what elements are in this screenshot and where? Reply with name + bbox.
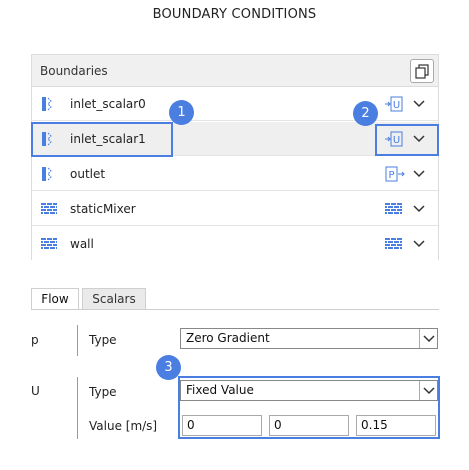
copy-icon — [415, 64, 429, 79]
tab-divider — [31, 309, 439, 310]
wall-type-icon — [385, 238, 402, 249]
boundary-row-outlet[interactable]: outlet P — [32, 157, 438, 191]
panel-title: BOUNDARY CONDITIONS — [152, 7, 317, 22]
dropdown-arrow — [419, 381, 437, 400]
field-name-u: U — [31, 384, 40, 398]
boundaries-header-label: Boundaries — [40, 64, 108, 78]
field-separator — [77, 377, 78, 439]
patch-icon — [42, 97, 52, 111]
boundary-row-inlet-scalar1[interactable]: inlet_scalar1 U — [32, 122, 438, 156]
svg-text:P: P — [388, 170, 394, 181]
chevron-down-icon[interactable] — [412, 97, 426, 111]
callout-badge-1: 1 — [169, 100, 194, 125]
patch-icon — [42, 167, 52, 181]
chevron-down-icon[interactable] — [412, 132, 426, 146]
p-type-select[interactable]: Zero Gradient — [180, 328, 438, 349]
chevron-down-icon — [423, 387, 435, 395]
u-value-x-input[interactable]: 0 — [182, 415, 262, 436]
callout-badge-2: 2 — [353, 101, 378, 126]
field-name-p: p — [31, 333, 39, 347]
callout-badge-3: 3 — [156, 355, 181, 380]
copy-button[interactable] — [410, 59, 434, 83]
p-type-value: Zero Gradient — [186, 331, 270, 345]
dropdown-arrow — [419, 329, 437, 348]
u-type-label: Type — [89, 385, 117, 399]
chevron-down-icon[interactable] — [412, 167, 426, 181]
boundaries-panel: Boundaries inlet_scalar0 U inlet_scalar1… — [31, 54, 439, 261]
boundary-name: staticMixer — [70, 202, 136, 216]
svg-text:U: U — [393, 135, 400, 146]
tab-flow[interactable]: Flow — [31, 288, 79, 310]
wall-icon — [41, 203, 57, 214]
boundary-row-staticmixer[interactable]: staticMixer — [32, 192, 438, 226]
velocity-inlet-icon: U — [385, 131, 403, 147]
pressure-outlet-icon: P — [385, 166, 405, 182]
boundary-name: inlet_scalar0 — [70, 97, 146, 111]
chevron-down-icon — [423, 335, 435, 343]
wall-type-icon — [385, 203, 402, 214]
chevron-down-icon[interactable] — [412, 202, 426, 216]
p-type-label: Type — [89, 333, 117, 347]
u-value-y-input[interactable]: 0 — [269, 415, 349, 436]
u-value-z-input[interactable]: 0.15 — [356, 415, 436, 436]
svg-text:U: U — [393, 100, 400, 111]
tab-scalars[interactable]: Scalars — [82, 288, 146, 310]
velocity-inlet-icon: U — [385, 96, 403, 112]
u-type-value: Fixed Value — [186, 383, 254, 397]
field-separator — [77, 325, 78, 356]
boundary-name: outlet — [70, 167, 106, 181]
boundary-name: inlet_scalar1 — [70, 132, 146, 146]
boundaries-header: Boundaries — [32, 55, 438, 87]
u-value-label: Value [m/s] — [89, 419, 158, 433]
wall-icon — [41, 238, 57, 249]
boundary-row-wall[interactable]: wall — [32, 227, 438, 261]
u-type-select[interactable]: Fixed Value — [180, 380, 438, 401]
patch-icon — [42, 132, 52, 146]
boundary-name: wall — [70, 237, 94, 251]
chevron-down-icon[interactable] — [412, 237, 426, 251]
